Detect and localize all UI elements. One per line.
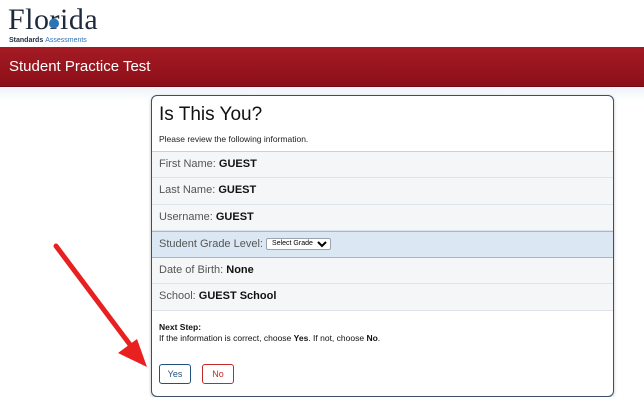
date-of-birth-value: None bbox=[226, 264, 254, 277]
date-of-birth-label: Date of Birth: bbox=[159, 264, 224, 277]
last-name-row: Last Name: GUEST bbox=[152, 178, 613, 205]
student-info-list: First Name: GUEST Last Name: GUEST Usern… bbox=[152, 151, 613, 311]
logo-subtitle: Standards Assessments bbox=[9, 37, 87, 44]
first-name-row: First Name: GUEST bbox=[152, 152, 613, 179]
first-name-label: First Name: bbox=[159, 158, 216, 170]
page-title: Student Practice Test bbox=[9, 58, 151, 75]
next-step-yes-word: Yes bbox=[293, 333, 309, 343]
school-label: School: bbox=[159, 290, 196, 303]
orange-icon bbox=[49, 17, 59, 29]
username-label: Username: bbox=[159, 210, 213, 223]
grade-level-select[interactable]: Select Grade bbox=[266, 237, 332, 250]
school-row: School: GUEST School bbox=[152, 284, 613, 311]
next-step-no-word: No bbox=[366, 333, 378, 343]
username-row: Username: GUEST bbox=[152, 205, 613, 231]
username-value: GUEST bbox=[215, 210, 254, 223]
first-name-value: GUEST bbox=[218, 158, 257, 170]
logo-subtitle-light: Assessments bbox=[45, 37, 87, 44]
dialog-title: Is This You? bbox=[159, 104, 263, 125]
identity-dialog: Is This You? Please review the following… bbox=[151, 95, 614, 397]
grade-level-label: Student Grade Level: bbox=[159, 237, 263, 250]
next-step-text: If the information is correct, choose Ye… bbox=[159, 333, 380, 343]
header-bar: Student Practice Test bbox=[0, 47, 644, 87]
next-step-heading: Next Step: bbox=[159, 322, 202, 332]
next-step-section: Next Step: If the information is correct… bbox=[159, 322, 380, 343]
logo-subtitle-strong: Standards bbox=[9, 37, 44, 44]
yes-button[interactable]: Yes bbox=[159, 364, 191, 384]
florida-logo: Florida Standards Assessments bbox=[8, 4, 128, 48]
school-value: GUEST School bbox=[198, 290, 277, 303]
no-button[interactable]: No bbox=[202, 364, 234, 384]
grade-level-row: Student Grade Level: Select Grade bbox=[152, 230, 613, 259]
last-name-value: GUEST bbox=[218, 184, 257, 197]
dialog-instructions: Please review the following information. bbox=[159, 134, 309, 144]
last-name-label: Last Name: bbox=[159, 184, 216, 197]
date-of-birth-row: Date of Birth: None bbox=[152, 258, 613, 285]
next-step-text-part: If the information is correct, choose bbox=[159, 333, 294, 343]
next-step-text-part: . bbox=[377, 333, 381, 343]
next-step-text-part: . If not, choose bbox=[308, 333, 367, 343]
